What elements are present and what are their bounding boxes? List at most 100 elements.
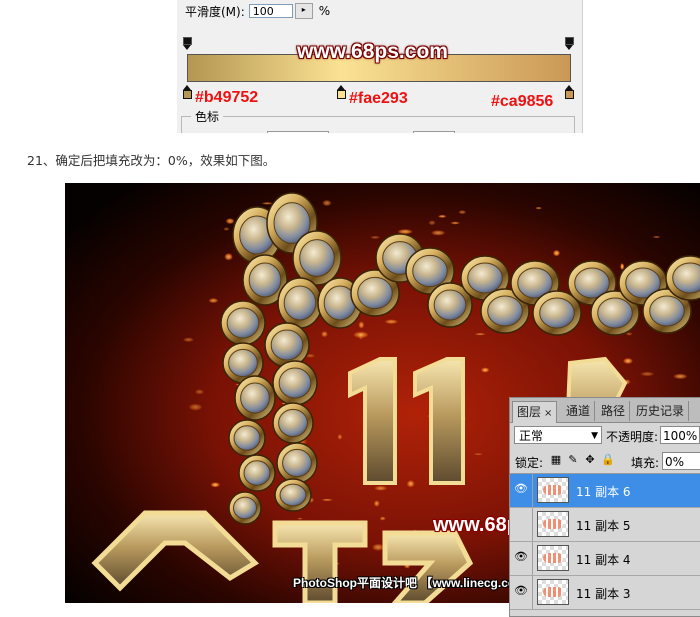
ember-spark xyxy=(224,253,233,261)
color-stop-3-swatch xyxy=(565,90,574,99)
ember-spark xyxy=(552,249,561,257)
fill-label: 填充: xyxy=(631,456,660,470)
ember-spark xyxy=(225,218,235,225)
gold-gem xyxy=(228,419,266,457)
gold-gem xyxy=(220,300,266,346)
stop-color-field[interactable] xyxy=(267,131,329,133)
gold-gem xyxy=(272,402,314,444)
ember-spark xyxy=(223,227,230,231)
color-stop-2[interactable] xyxy=(337,85,346,99)
stop-location-field[interactable] xyxy=(413,131,455,133)
opacity-label: 不透明度: xyxy=(606,430,659,444)
ember-spark xyxy=(296,517,303,520)
blend-mode-value: 正常 xyxy=(519,429,544,443)
smoothness-input[interactable]: 100 xyxy=(248,4,293,18)
color-stop-1-swatch xyxy=(183,90,192,99)
opacity-input[interactable]: 100% xyxy=(660,426,700,444)
eye-icon[interactable]: 👁 xyxy=(514,550,528,564)
smoothness-unit: % xyxy=(318,4,331,18)
lock-position-icon[interactable]: ✥ xyxy=(584,454,596,466)
ember-spark xyxy=(458,210,467,215)
tab-layers-label: 图层 xyxy=(517,405,542,419)
tab-layers[interactable]: 图层 × xyxy=(512,401,558,423)
ember-spark xyxy=(474,332,486,336)
blend-row: 正常 ▼ 不透明度: 100% xyxy=(510,423,700,449)
ember-spark xyxy=(640,371,655,377)
ember-spark xyxy=(406,479,415,488)
ember-spark xyxy=(473,452,484,456)
gold-gem xyxy=(292,230,342,286)
color-stops-group-label: 色标 xyxy=(191,108,224,125)
tab-paths-label: 路径 xyxy=(601,404,626,418)
layer-name: 11 副本 3 xyxy=(576,587,631,601)
ember-spark xyxy=(337,434,343,440)
color-stops-group xyxy=(181,116,575,133)
ember-spark xyxy=(622,357,633,365)
color-stop-1[interactable] xyxy=(183,85,192,99)
layer-name: 11 副本 5 xyxy=(576,519,631,533)
ember-spark xyxy=(369,235,381,240)
opacity-stop-right[interactable] xyxy=(565,37,574,51)
lock-row: 锁定: ▦ ✎ ✥ 🔒 填充: 0% xyxy=(510,449,700,474)
ember-spark xyxy=(535,206,543,210)
layer-thumbnail xyxy=(537,545,569,571)
close-icon[interactable]: × xyxy=(544,408,552,419)
gold-gem xyxy=(228,491,262,525)
visibility-toggle-empty[interactable] xyxy=(514,516,528,530)
gold-gem xyxy=(276,442,318,484)
ember-spark xyxy=(358,321,365,329)
ember-spark xyxy=(480,367,490,373)
gold-gem xyxy=(272,360,318,406)
smoothness-row: 平滑度(M): 100 ▸ % xyxy=(185,0,330,22)
ember-spark xyxy=(322,199,332,207)
blend-mode-select[interactable]: 正常 ▼ xyxy=(514,426,602,444)
color-stop-2-swatch xyxy=(337,90,346,99)
chevron-down-icon: ▼ xyxy=(591,431,598,441)
gold-gem xyxy=(274,478,312,512)
opacity-stop-left[interactable] xyxy=(183,37,192,51)
smoothness-dropdown-button[interactable]: ▸ xyxy=(294,3,313,19)
tab-history-label: 历史记录 xyxy=(636,404,685,418)
ember-spark xyxy=(437,214,447,218)
ember-spark xyxy=(261,202,274,205)
ember-spark xyxy=(428,220,436,226)
ember-spark xyxy=(188,403,203,411)
lock-transparency-icon[interactable]: ▦ xyxy=(550,454,562,466)
tab-history[interactable]: 历史记录 xyxy=(632,401,690,421)
gold-gem xyxy=(277,277,323,329)
layer-row[interactable]: 👁 11 副本 6 xyxy=(510,474,700,508)
layer-thumbnail xyxy=(537,511,569,537)
layer-name: 11 副本 6 xyxy=(576,485,631,499)
ember-spark xyxy=(182,337,195,343)
color-stop-3[interactable] xyxy=(565,85,574,99)
lock-pixels-icon[interactable]: ✎ xyxy=(567,454,579,466)
ember-spark xyxy=(210,482,221,488)
layer-row[interactable]: 👁 11 副本 3 xyxy=(510,576,700,610)
ember-spark xyxy=(450,221,460,225)
tab-channels[interactable]: 通道 xyxy=(562,401,596,421)
tab-paths[interactable]: 路径 xyxy=(597,401,631,421)
eye-icon[interactable]: 👁 xyxy=(514,584,528,598)
ember-spark xyxy=(321,498,334,502)
layer-name: 11 副本 4 xyxy=(576,553,631,567)
layer-thumbnail xyxy=(537,477,569,503)
lock-all-icon[interactable]: 🔒 xyxy=(601,454,615,466)
layer-row[interactable]: 11 副本 5 xyxy=(510,508,700,542)
ember-spark xyxy=(321,330,328,338)
ember-spark xyxy=(371,543,385,551)
tab-channels-label: 通道 xyxy=(566,404,591,418)
ember-spark xyxy=(208,297,219,304)
layer-thumbnail xyxy=(537,579,569,605)
smoothness-label: 平滑度(M): xyxy=(185,4,245,19)
eye-icon[interactable]: 👁 xyxy=(514,482,528,496)
gold-gem xyxy=(264,322,310,368)
color-stop-3-hex: #ca9856 xyxy=(491,93,554,110)
ember-spark xyxy=(384,319,399,325)
color-stop-1-hex: #b49752 xyxy=(195,89,259,106)
gradient-editor-screenshot: 平滑度(M): 100 ▸ % www.68ps.com #b49752 #fa… xyxy=(177,0,583,133)
ember-spark xyxy=(652,235,661,239)
layer-row[interactable]: 👁 11 副本 4 xyxy=(510,542,700,576)
fill-input[interactable]: 0% xyxy=(662,452,700,470)
gold-gem xyxy=(234,375,276,421)
lock-label: 锁定: xyxy=(515,456,544,470)
